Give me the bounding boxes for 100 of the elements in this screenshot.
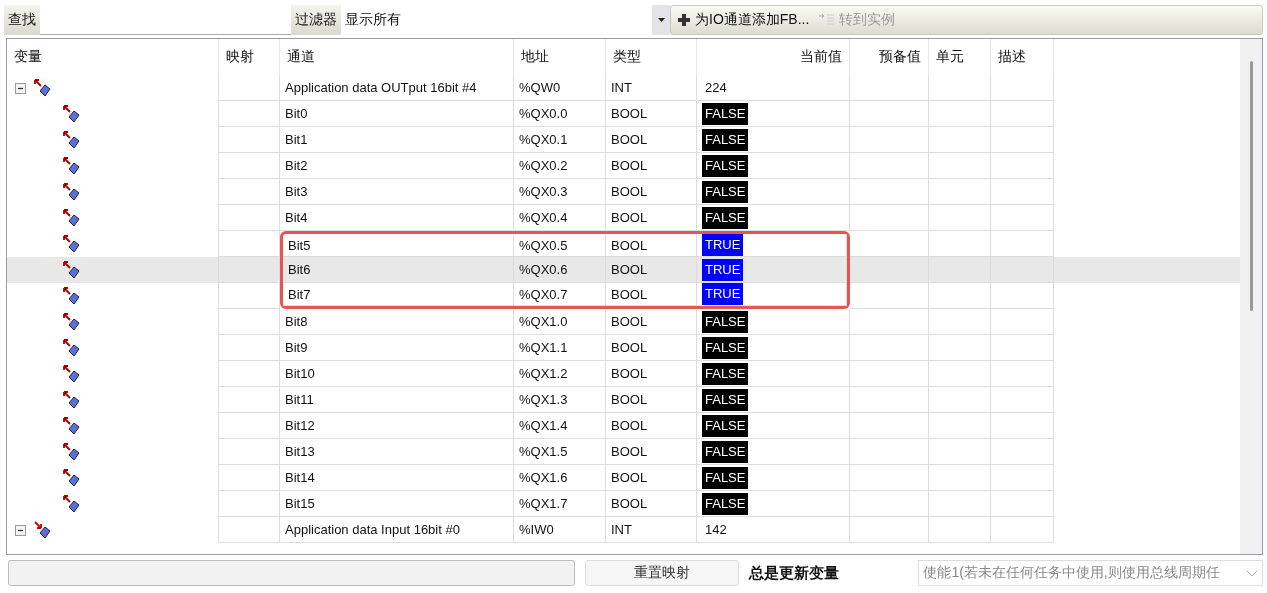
variable-icon	[63, 105, 81, 123]
current-value: FALSE	[702, 362, 749, 385]
data-type: BOOL	[611, 470, 648, 485]
data-type: BOOL	[611, 366, 648, 381]
variable-icon	[63, 235, 81, 253]
variable-icon	[34, 79, 52, 97]
variable-icon	[63, 417, 81, 435]
channel-name: Bit7	[288, 286, 311, 302]
variable-icon	[63, 469, 81, 487]
data-type: BOOL	[611, 392, 648, 407]
channel-name: Bit13	[285, 444, 315, 459]
data-type: BOOL	[611, 496, 648, 511]
channel-name: Application data Input 16bit #0	[285, 522, 460, 537]
current-value: FALSE	[702, 180, 749, 203]
address: %QX0.4	[519, 210, 568, 225]
variable-icon	[63, 443, 81, 461]
address: %QX0.6	[519, 262, 568, 277]
current-value: TRUE	[702, 258, 744, 281]
channel-name: Bit9	[285, 340, 308, 355]
address: %QW0	[519, 80, 561, 95]
current-value: FALSE	[702, 154, 749, 177]
reset-mapping-button[interactable]: 重置映射	[584, 560, 740, 586]
channel-name: Bit5	[288, 237, 311, 253]
data-type: BOOL	[611, 106, 648, 121]
data-type: BOOL	[611, 314, 648, 329]
variable-icon	[63, 365, 81, 383]
collapse-icon[interactable]	[15, 524, 26, 536]
data-type: BOOL	[611, 158, 648, 173]
address: %QX0.2	[519, 158, 568, 173]
find-label: 查找	[4, 5, 40, 35]
channel-name: Bit8	[285, 314, 308, 329]
variable-icon	[34, 521, 52, 539]
current-value: FALSE	[702, 336, 749, 359]
channel-name: Bit2	[285, 158, 308, 173]
data-type: BOOL	[611, 184, 648, 199]
variable-icon	[63, 131, 81, 149]
plus-icon	[677, 13, 691, 27]
variable-icon	[63, 339, 81, 357]
data-type: BOOL	[611, 340, 648, 355]
list-arrow-icon	[819, 13, 836, 27]
current-value: FALSE	[702, 206, 749, 229]
address: %QX1.6	[519, 470, 568, 485]
channel-name: Bit1	[285, 132, 308, 147]
current-value: FALSE	[702, 466, 749, 489]
chevron-icon	[1246, 569, 1258, 577]
always-update-label: 总是更新变量	[749, 563, 841, 583]
collapse-icon[interactable]	[15, 82, 26, 94]
channel-name: Bit14	[285, 470, 315, 485]
address: %QX0.1	[519, 132, 568, 147]
current-value: TRUE	[702, 283, 744, 305]
data-type: BOOL	[611, 210, 648, 225]
current-value: FALSE	[702, 128, 749, 151]
variable-icon	[63, 261, 81, 279]
address: %QX0.7	[519, 286, 568, 302]
data-type: BOOL	[611, 132, 648, 147]
variable-icon	[63, 209, 81, 227]
address: %IW0	[519, 522, 554, 537]
variable-icon	[63, 157, 81, 175]
channel-name: Bit0	[285, 106, 308, 121]
current-value: TRUE	[702, 234, 744, 256]
address: %QX1.7	[519, 496, 568, 511]
channel-name: Bit10	[285, 366, 315, 381]
add-fb-button[interactable]: 为IO通道添加FB...	[677, 11, 810, 29]
variable-icon	[63, 183, 81, 201]
data-type: INT	[611, 80, 632, 95]
variable-icon	[63, 391, 81, 409]
address: %QX1.5	[519, 444, 568, 459]
data-type: BOOL	[611, 418, 648, 433]
variable-icon	[63, 495, 81, 513]
data-type: INT	[611, 522, 632, 537]
channel-name: Bit11	[285, 392, 314, 407]
current-value: FALSE	[702, 414, 749, 437]
data-type: BOOL	[611, 262, 648, 277]
variable-icon	[63, 287, 81, 305]
current-value: FALSE	[702, 102, 749, 125]
address: %QX0.0	[519, 106, 568, 121]
channel-name: Bit12	[285, 418, 315, 433]
variable-icon	[63, 313, 81, 331]
table-row[interactable]: Bit6 %QX0.6 BOOL TRUE	[7, 257, 1240, 283]
channel-name: Bit15	[285, 496, 315, 511]
address: %QX0.5	[519, 237, 568, 253]
data-type: BOOL	[611, 237, 648, 253]
channel-name: Bit3	[285, 184, 308, 199]
address: %QX1.3	[519, 392, 568, 407]
channel-name: Application data OUTput 16bit #4	[285, 80, 477, 95]
filter-label: 过滤器	[291, 5, 341, 35]
data-type: BOOL	[611, 444, 648, 459]
current-value: FALSE	[702, 492, 749, 515]
scrollbar[interactable]	[1240, 39, 1262, 554]
address: %QX1.0	[519, 314, 568, 329]
current-value: 142	[704, 521, 728, 539]
address: %QX1.1	[519, 340, 568, 355]
current-value: FALSE	[702, 310, 749, 333]
current-value: FALSE	[702, 440, 749, 463]
data-type: BOOL	[611, 286, 648, 302]
channel-name: Bit4	[285, 210, 308, 225]
address: %QX0.3	[519, 184, 568, 199]
address: %QX1.4	[519, 418, 568, 433]
current-value: 224	[704, 79, 728, 97]
address: %QX1.2	[519, 366, 568, 381]
